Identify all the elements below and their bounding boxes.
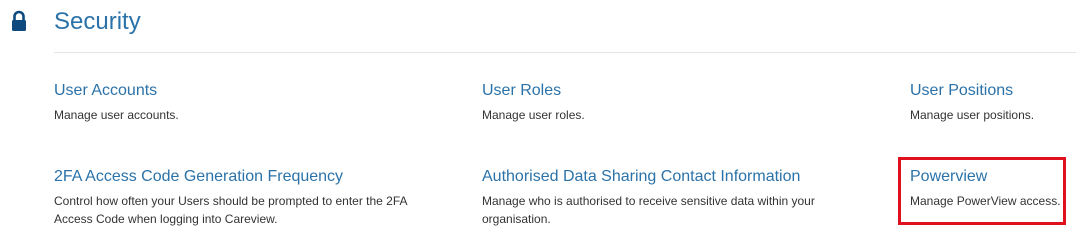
user-roles-description: Manage user roles. <box>482 108 585 122</box>
user-positions-description: Manage user positions. <box>910 108 1035 122</box>
user-roles-link[interactable]: User Roles <box>482 81 862 101</box>
data-sharing-contact-link[interactable]: Authorised Data Sharing Contact Informat… <box>482 167 862 187</box>
user-positions-link[interactable]: User Positions <box>910 81 1070 101</box>
section-title: Security <box>54 8 141 35</box>
user-positions-card: User Positions Manage user positions. <box>910 81 1070 124</box>
powerview-highlight-box <box>898 157 1066 225</box>
2fa-frequency-link[interactable]: 2FA Access Code Generation Frequency <box>54 167 434 187</box>
data-sharing-contact-card: Authorised Data Sharing Contact Informat… <box>482 167 862 228</box>
user-accounts-card: User Accounts Manage user accounts. <box>54 81 434 124</box>
2fa-frequency-card: 2FA Access Code Generation Frequency Con… <box>54 167 434 228</box>
2fa-frequency-description: Control how often your Users should be p… <box>54 194 407 226</box>
data-sharing-contact-description: Manage who is authorised to receive sens… <box>482 194 815 226</box>
lock-icon <box>10 10 28 32</box>
user-accounts-link[interactable]: User Accounts <box>54 81 434 101</box>
user-accounts-description: Manage user accounts. <box>54 108 179 122</box>
user-roles-card: User Roles Manage user roles. <box>482 81 862 124</box>
title-divider <box>54 52 1076 53</box>
